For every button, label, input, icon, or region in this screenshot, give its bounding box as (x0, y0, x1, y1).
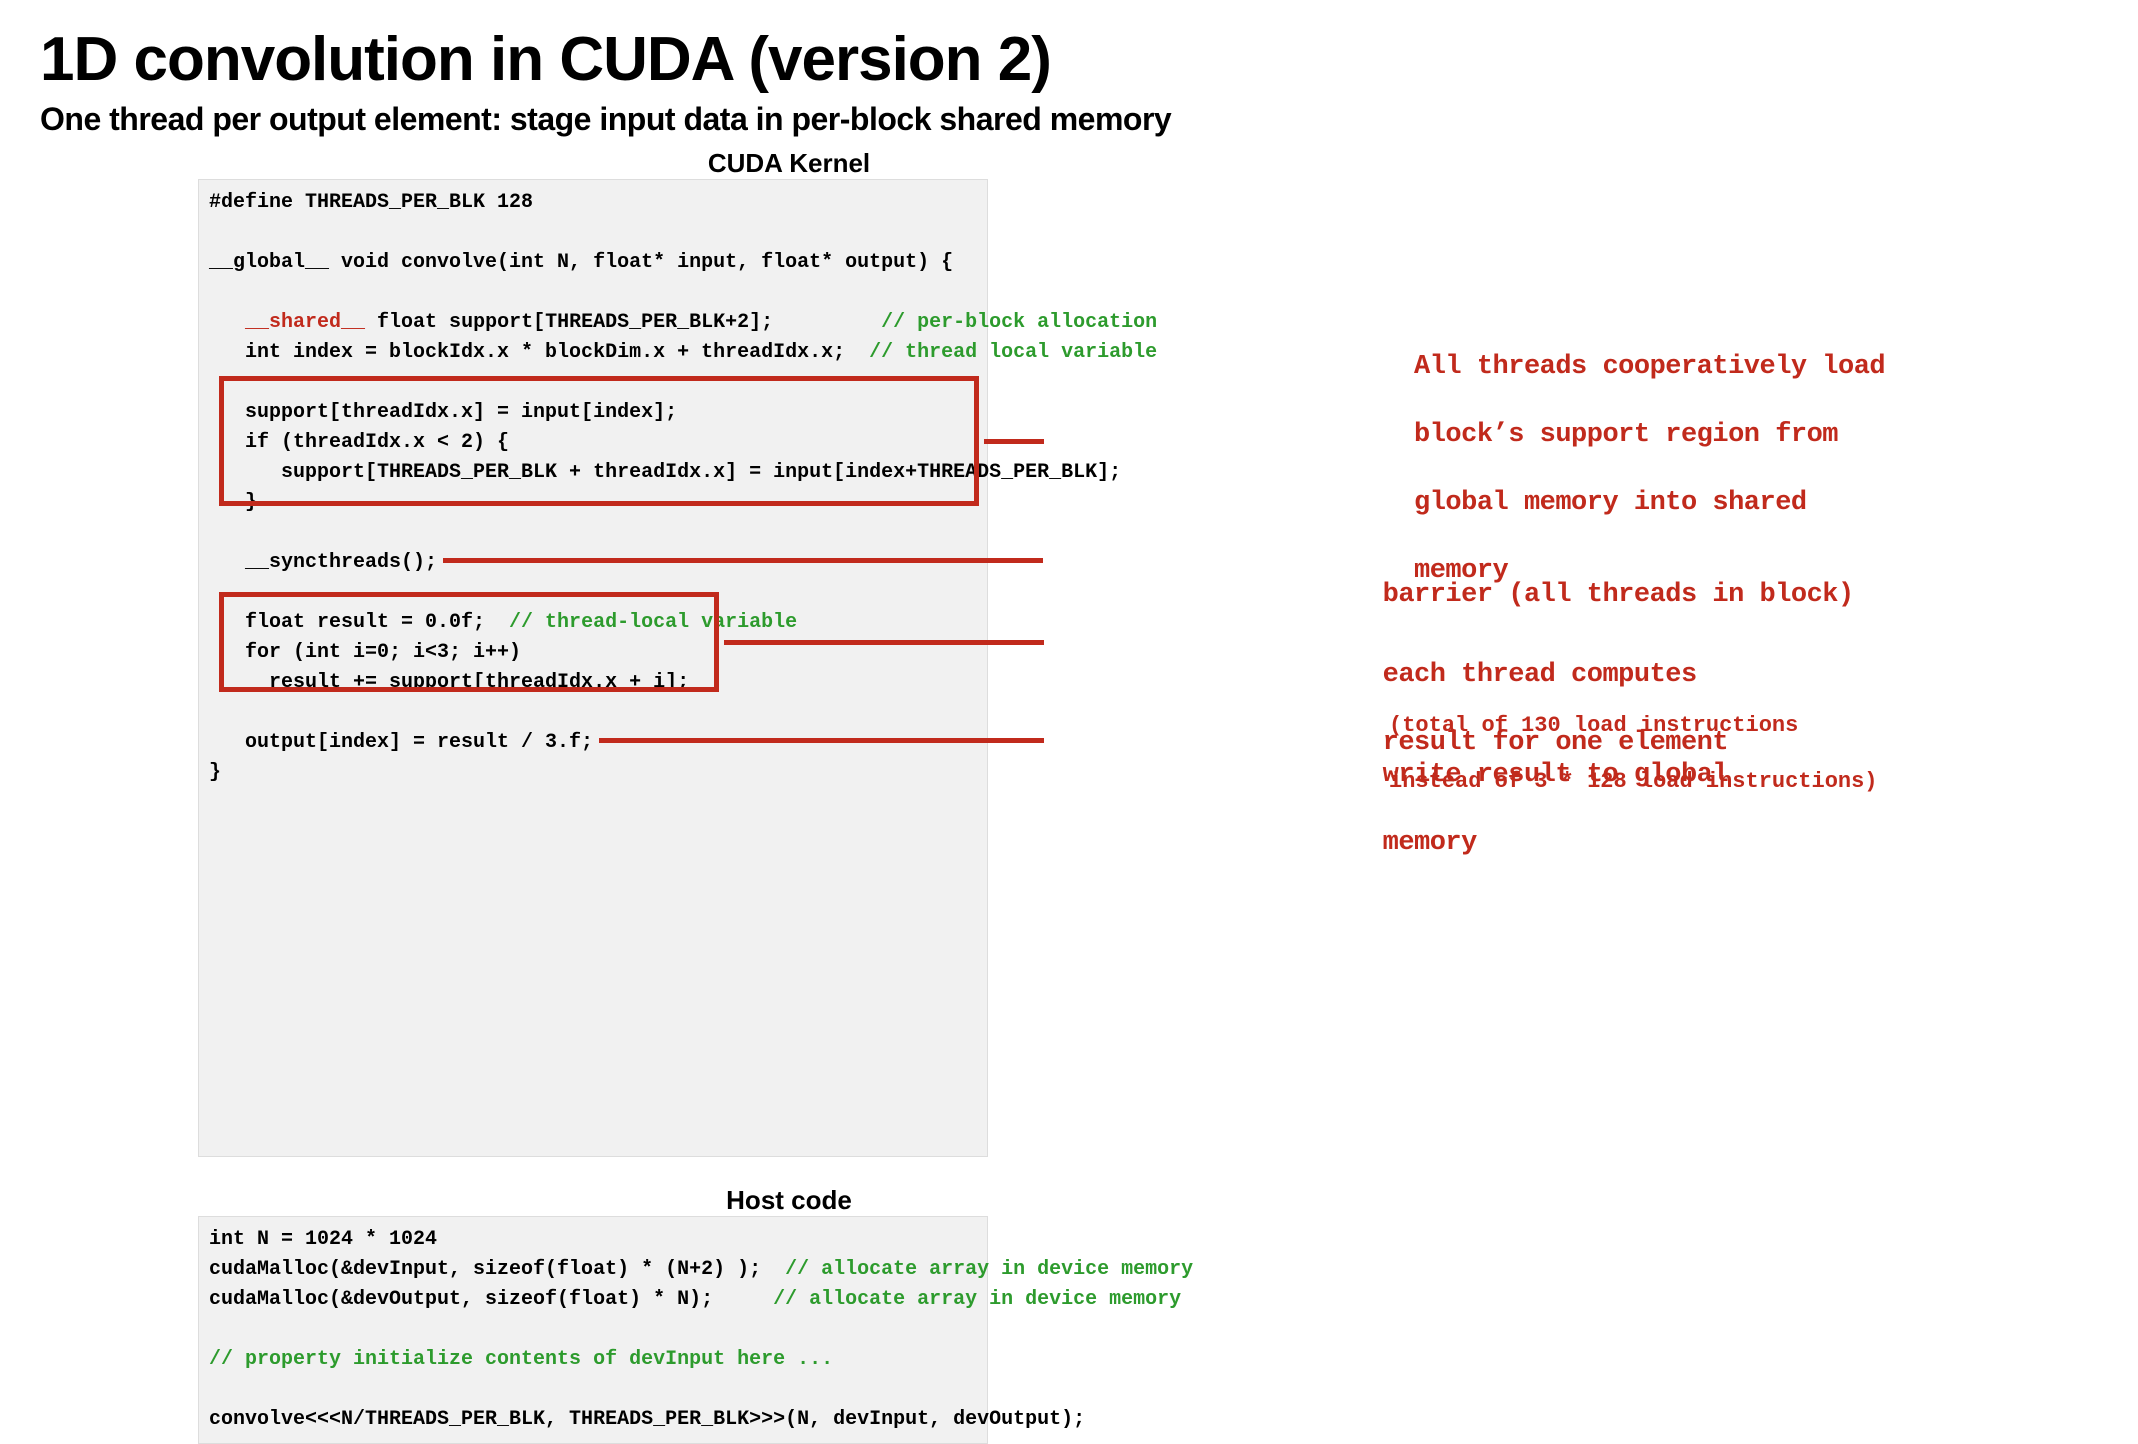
code-line: support[threadIdx.x] = input[index]; (209, 401, 677, 424)
code-line: support[THREADS_PER_BLK + threadIdx.x] =… (209, 461, 1121, 484)
code-line: convolve<<<N/THREADS_PER_BLK, THREADS_PE… (209, 1408, 1085, 1431)
code-line: } (209, 491, 257, 514)
code-line: __syncthreads(); (209, 551, 437, 574)
connector-line (984, 439, 1044, 444)
kernel-code-block: #define THREADS_PER_BLK 128 __global__ v… (198, 179, 988, 1157)
connector-line (443, 558, 1043, 563)
connector-line (599, 738, 1044, 743)
code-line: // property initialize contents of devIn… (209, 1348, 833, 1371)
code-line: output[index] = result / 3.f; (209, 731, 593, 754)
annotation-write: write result to global memory (1257, 724, 1728, 894)
code-line: } (209, 761, 221, 784)
code-line: #define THREADS_PER_BLK 128 (209, 191, 533, 214)
code-line: int N = 1024 * 1024 (209, 1228, 437, 1251)
content-area: CUDA Kernel #define THREADS_PER_BLK 128 … (198, 148, 2098, 1444)
annotation-column: All threads cooperatively load block’s s… (1257, 180, 1677, 360)
code-line: if (threadIdx.x < 2) { (209, 431, 509, 454)
code-line: int index = blockIdx.x * blockDim.x + th… (209, 341, 1157, 364)
code-line: float result = 0.0f; // thread-local var… (209, 611, 797, 634)
code-line: cudaMalloc(&devOutput, sizeof(float) * N… (209, 1288, 1181, 1311)
kernel-section-label: CUDA Kernel (198, 148, 1380, 179)
code-line: for (int i=0; i<3; i++) (209, 641, 533, 664)
code-line: result += support[threadIdx.x + i]; (209, 671, 689, 694)
code-line: __global__ void convolve(int N, float* i… (209, 251, 953, 274)
page-title: 1D convolution in CUDA (version 2) (40, 24, 2098, 95)
code-line: cudaMalloc(&devInput, sizeof(float) * (N… (209, 1258, 1193, 1281)
host-section-label: Host code (198, 1185, 1380, 1216)
page-subtitle: One thread per output element: stage inp… (40, 101, 2098, 138)
code-line: __shared__ float support[THREADS_PER_BLK… (209, 311, 1157, 334)
connector-line (724, 640, 1044, 645)
host-code-block: int N = 1024 * 1024 cudaMalloc(&devInput… (198, 1216, 988, 1444)
